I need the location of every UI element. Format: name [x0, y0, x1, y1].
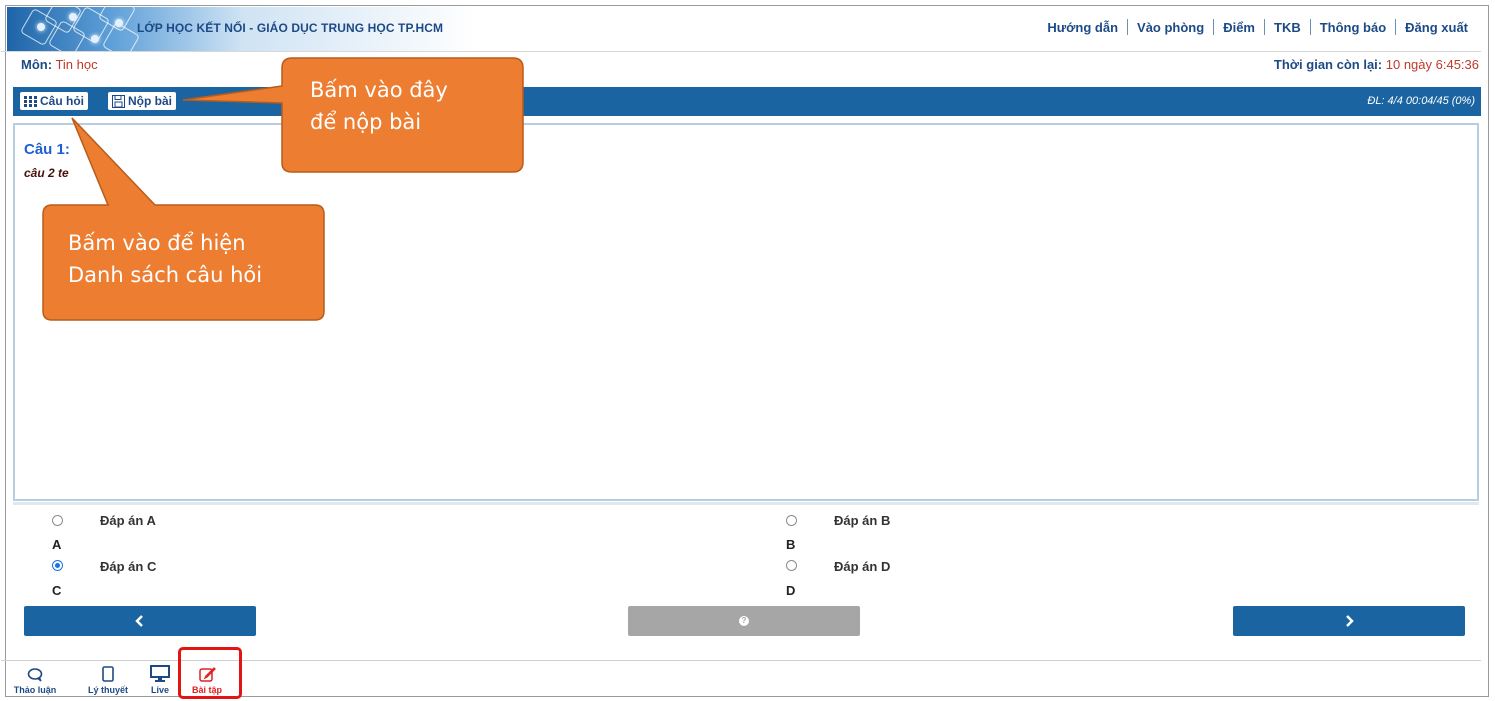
question-circle-icon: ?	[739, 616, 749, 626]
submit-label: Nộp bài	[128, 94, 172, 108]
answer-b-label[interactable]: Đáp án B	[834, 513, 890, 528]
tab-ly-thuyet-label: Lý thuyết	[87, 685, 128, 695]
answer-a-letter: A	[52, 537, 62, 552]
panel-divider	[13, 502, 1479, 505]
monitor-icon	[150, 665, 170, 682]
time-remaining: Thời gian còn lại: 10 ngày 6:45:36	[1274, 57, 1479, 72]
answer-c-letter: C	[52, 583, 62, 598]
highlight-box	[178, 647, 242, 699]
chevron-right-icon	[1346, 615, 1354, 627]
answer-a-radio[interactable]	[52, 515, 63, 526]
answer-d-radio[interactable]	[786, 560, 797, 571]
nav-dang-xuat[interactable]: Đăng xuất	[1396, 20, 1477, 35]
tablet-icon	[102, 666, 114, 682]
callout-submit-line-2: để nộp bài	[310, 110, 422, 134]
question-title: Câu 1:	[24, 141, 70, 158]
callout-questions-line-1: Bấm vào để hiện	[68, 231, 246, 255]
header-divider	[1, 51, 1481, 52]
exam-toolbar: Câu hỏi Nộp bài ĐL: 4/4 00:04/45 (0%)	[13, 87, 1481, 116]
answer-b-radio[interactable]	[786, 515, 797, 526]
chat-icon	[27, 668, 43, 682]
progress-status: ĐL: 4/4 00:04/45 (0%)	[1367, 95, 1475, 107]
tab-thao-luan-label: Thảo luận	[13, 685, 57, 695]
site-title: LỚP HỌC KẾT NỐI - GIÁO DỤC TRUNG HỌC TP.…	[137, 21, 444, 35]
tab-thao-luan[interactable]: Thảo luận	[8, 664, 62, 695]
grid-icon	[24, 95, 37, 107]
next-question-button[interactable]	[1233, 606, 1465, 636]
answer-b-letter: B	[786, 537, 796, 552]
nav-vao-phong[interactable]: Vào phòng	[1128, 20, 1213, 35]
question-text: câu 2 te	[24, 166, 69, 180]
top-navigation: Hướng dẫn Vào phòng Điểm TKB Thông báo Đ…	[1038, 19, 1477, 35]
help-button[interactable]: ?	[628, 606, 860, 636]
answer-d-letter: D	[786, 583, 796, 598]
question-list-button[interactable]: Câu hỏi	[20, 92, 88, 110]
subject-value: Tin học	[55, 57, 98, 72]
nav-diem[interactable]: Điểm	[1214, 20, 1264, 35]
nav-tkb[interactable]: TKB	[1265, 20, 1310, 35]
callout-submit-line-1: Bấm vào đây	[310, 78, 448, 102]
callout-submit: Bấm vào đây để nộp bài	[310, 74, 515, 138]
header: LỚP HỌC KẾT NỐI - GIÁO DỤC TRUNG HỌC TP.…	[7, 7, 1487, 51]
nav-thong-bao[interactable]: Thông báo	[1311, 20, 1395, 35]
answer-c-radio[interactable]	[52, 560, 63, 571]
time-label: Thời gian còn lại:	[1273, 57, 1383, 72]
nav-huong-dan[interactable]: Hướng dẫn	[1038, 20, 1127, 35]
answer-a-label[interactable]: Đáp án A	[100, 513, 156, 528]
callout-questions: Bấm vào để hiện Danh sách câu hỏi	[68, 227, 323, 291]
tab-live-label: Live	[150, 685, 169, 695]
tab-ly-thuyet[interactable]: Lý thuyết	[81, 664, 135, 695]
save-icon	[112, 94, 125, 108]
submit-button[interactable]: Nộp bài	[108, 92, 176, 110]
answer-c-label[interactable]: Đáp án C	[100, 559, 156, 574]
answer-d-label[interactable]: Đáp án D	[834, 559, 890, 574]
previous-question-button[interactable]	[24, 606, 256, 636]
question-panel: Câu 1: câu 2 te	[13, 123, 1479, 501]
subject-info: Môn: Tin học	[21, 57, 98, 72]
time-value: 10 ngày 6:45:36	[1385, 57, 1479, 72]
chevron-left-icon	[135, 615, 143, 627]
question-list-label: Câu hỏi	[40, 94, 84, 108]
callout-questions-line-2: Danh sách câu hỏi	[68, 263, 263, 287]
subject-label: Môn:	[21, 57, 53, 72]
